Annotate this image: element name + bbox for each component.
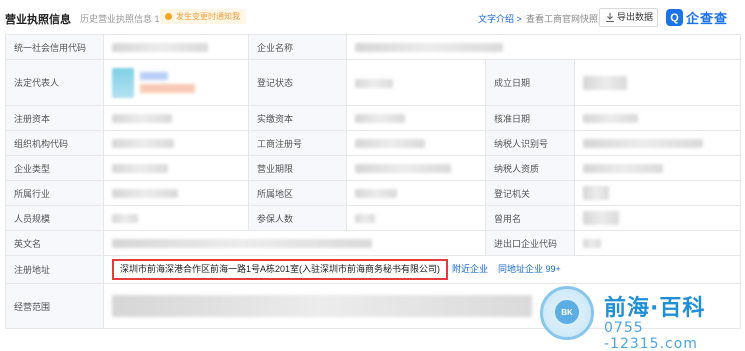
- paid-capital-value: [346, 105, 486, 131]
- export-data-button[interactable]: 导出数据: [599, 8, 658, 27]
- change-notify-badge[interactable]: 发生变更时通知我: [160, 9, 246, 24]
- insured-label: 参保人数: [248, 205, 347, 231]
- credit-code-value: [103, 34, 249, 60]
- section-header: 营业执照信息 历史营业执照信息 1 发生变更时通知我 文字介绍 > 查看工商官网…: [0, 0, 745, 34]
- import-export-code-label: 进出口企业代码: [485, 230, 575, 256]
- download-icon: [606, 13, 614, 23]
- taxpayer-id-value: [574, 130, 741, 156]
- company-name-value: [346, 34, 741, 60]
- reg-address-highlight: 深圳市前海深港合作区前海一路1号A栋201室(入驻深圳市前海商务秘书有限公司): [112, 259, 449, 280]
- section-title: 营业执照信息: [5, 14, 71, 26]
- watermark-badge: BK: [540, 286, 594, 340]
- qichacha-logo-name: 企查查: [686, 11, 729, 26]
- company-type-value: [103, 155, 249, 181]
- change-notify-label: 发生变更时通知我: [176, 12, 240, 21]
- history-label: 历史营业执照信息: [80, 14, 153, 24]
- insured-value: [346, 205, 486, 231]
- legal-rep-value[interactable]: [103, 59, 249, 106]
- company-name-label: 企业名称: [248, 34, 347, 60]
- legal-rep-profile[interactable]: [112, 67, 195, 98]
- same-address-companies-link[interactable]: 同地址企业 99+: [498, 264, 561, 274]
- watermark-badge-text: BK: [555, 300, 579, 324]
- bell-icon: [165, 13, 172, 20]
- english-name-label: 英文名: [5, 230, 104, 256]
- table-row: 法定代表人 登记状态 成立日期: [5, 59, 741, 106]
- region-label: 所属地区: [248, 180, 347, 206]
- export-data-label: 导出数据: [617, 12, 654, 22]
- former-name-label: 曾用名: [485, 205, 575, 231]
- reg-capital-label: 注册资本: [5, 105, 104, 131]
- qianhai-baike-watermark: BK 前海·百科 0755 -12315.com: [540, 286, 740, 351]
- watermark-phone: 0755 -12315.com: [604, 320, 698, 351]
- reg-status-value: [346, 59, 486, 106]
- legal-rep-label: 法定代表人: [5, 59, 104, 106]
- table-row: 组织机构代码 工商注册号 纳税人识别号: [5, 130, 741, 156]
- reg-address-value: 深圳市前海深港合作区前海一路1号A栋201室(入驻深圳市前海商务秘书有限公司) 附…: [103, 255, 741, 284]
- former-name-value: [574, 205, 741, 231]
- industry-value: [103, 180, 249, 206]
- official-snapshot-link[interactable]: 查看工商官网快照: [526, 12, 598, 25]
- table-row: 统一社会信用代码 企业名称: [5, 34, 741, 60]
- taxpayer-qual-label: 纳税人资质: [485, 155, 575, 181]
- biz-reg-no-value: [346, 130, 486, 156]
- table-row: 注册资本 实缴资本 核准日期: [5, 105, 741, 131]
- avatar: [112, 67, 134, 98]
- biz-term-value: [346, 155, 486, 181]
- staff-size-value: [103, 205, 249, 231]
- reg-address-label: 注册地址: [5, 255, 104, 284]
- history-count: 1: [154, 14, 160, 24]
- table-row: 人员规模 参保人数 曾用名: [5, 205, 741, 231]
- taxpayer-qual-value: [574, 155, 741, 181]
- table-row: 注册地址 深圳市前海深港合作区前海一路1号A栋201室(入驻深圳市前海商务秘书有…: [5, 255, 741, 284]
- industry-label: 所属行业: [5, 180, 104, 206]
- table-row: 企业类型 营业期限 纳税人资质: [5, 155, 741, 181]
- reg-status-label: 登记状态: [248, 59, 347, 106]
- reg-authority-label: 登记机关: [485, 180, 575, 206]
- org-code-label: 组织机构代码: [5, 130, 104, 156]
- reg-capital-value: [103, 105, 249, 131]
- qichacha-logo: Q 企查查: [666, 8, 728, 27]
- qichacha-logo-mark: Q: [666, 9, 683, 26]
- table-row: 所属行业 所属地区 登记机关: [5, 180, 741, 206]
- table-row: 英文名 进出口企业代码: [5, 230, 741, 256]
- nearby-companies-link[interactable]: 附近企业: [452, 264, 488, 274]
- org-code-value: [103, 130, 249, 156]
- import-export-code-value: [574, 230, 741, 256]
- taxpayer-id-label: 纳税人识别号: [485, 130, 575, 156]
- approval-date-label: 核准日期: [485, 105, 575, 131]
- watermark-brand: 前海·百科: [604, 296, 706, 321]
- english-name-value: [103, 230, 486, 256]
- paid-capital-label: 实缴资本: [248, 105, 347, 131]
- credit-code-label: 统一社会信用代码: [5, 34, 104, 60]
- biz-reg-no-label: 工商注册号: [248, 130, 347, 156]
- staff-size-label: 人员规模: [5, 205, 104, 231]
- reg-authority-value: [574, 180, 741, 206]
- est-date-label: 成立日期: [485, 59, 575, 106]
- business-license-table: 统一社会信用代码 企业名称 法定代表人 登记状态 成立日期 注册资本 实缴资本 …: [5, 34, 741, 329]
- est-date-value: [574, 59, 741, 106]
- text-intro-link[interactable]: 文字介绍 >: [478, 12, 522, 25]
- biz-term-label: 营业期限: [248, 155, 347, 181]
- region-value: [346, 180, 486, 206]
- history-license-link[interactable]: 历史营业执照信息 1: [80, 12, 160, 25]
- approval-date-value: [574, 105, 741, 131]
- biz-scope-label: 经营范围: [5, 283, 104, 329]
- company-type-label: 企业类型: [5, 155, 104, 181]
